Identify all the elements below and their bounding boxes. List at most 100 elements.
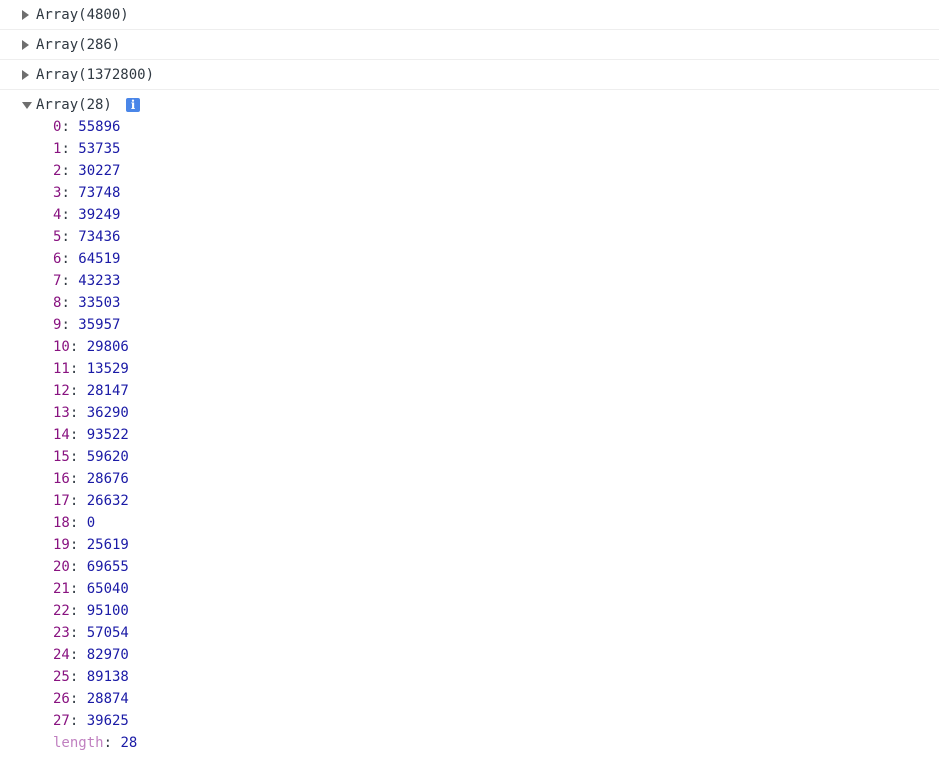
entry-key: 24 xyxy=(53,647,70,663)
entry-key: 18 xyxy=(53,515,70,531)
array-entries: 0: 55896 1: 53735 2: 30227 3: 73748 4: 39249… xyxy=(0,116,939,754)
array-entry[interactable]: 1: 53735 xyxy=(0,138,939,160)
entry-separator: : xyxy=(61,295,79,311)
array-summary[interactable]: Array(28) xyxy=(36,96,112,114)
array-entry[interactable]: 13: 36290 xyxy=(0,402,939,424)
array-entry[interactable]: 26: 28874 xyxy=(0,688,939,710)
entry-separator: : xyxy=(61,229,79,245)
array-entry[interactable]: 3: 73748 xyxy=(0,182,939,204)
entry-separator: : xyxy=(69,339,87,355)
array-entry[interactable]: 0: 55896 xyxy=(0,116,939,138)
array-summary[interactable]: Array(1372800) xyxy=(36,66,154,84)
array-entry[interactable]: 10: 29806 xyxy=(0,336,939,358)
array-entry[interactable]: 15: 59620 xyxy=(0,446,939,468)
entry-key: 10 xyxy=(53,339,70,355)
entry-separator: : xyxy=(69,581,87,597)
entry-value: 28147 xyxy=(86,383,129,399)
array-entry[interactable]: 6: 64519 xyxy=(0,248,939,270)
array-length-entry[interactable]: length: 28 xyxy=(0,732,939,754)
entry-value: 26632 xyxy=(86,493,129,509)
array-entry[interactable]: 2: 30227 xyxy=(0,160,939,182)
console-log-row[interactable]: Array(286) xyxy=(0,30,939,60)
entry-value: 57054 xyxy=(86,625,129,641)
array-summary[interactable]: Array(4800) xyxy=(36,6,129,24)
entry-value: 89138 xyxy=(86,669,129,685)
entry-value: 13529 xyxy=(86,361,129,377)
array-entry[interactable]: 27: 39625 xyxy=(0,710,939,732)
entry-key: 17 xyxy=(53,493,70,509)
entry-separator: : xyxy=(61,119,79,135)
entry-value: 36290 xyxy=(86,405,129,421)
entry-separator: : xyxy=(61,207,79,223)
array-entry[interactable]: 17: 26632 xyxy=(0,490,939,512)
expanded-array-header[interactable]: Array(28) i xyxy=(0,90,939,116)
console-log-row[interactable]: Array(1372800) xyxy=(0,60,939,90)
entry-key: 11 xyxy=(53,361,70,377)
entry-separator: : xyxy=(69,471,87,487)
entry-value: 43233 xyxy=(78,273,121,289)
entry-separator: : xyxy=(61,317,79,333)
entry-value: 69655 xyxy=(86,559,129,575)
array-entry[interactable]: 14: 93522 xyxy=(0,424,939,446)
entry-key: 14 xyxy=(53,427,70,443)
entry-value: 0 xyxy=(86,515,96,531)
entry-value: 28676 xyxy=(86,471,129,487)
array-entry[interactable]: 4: 39249 xyxy=(0,204,939,226)
array-summary[interactable]: Array(286) xyxy=(36,36,120,54)
array-entry[interactable]: 24: 82970 xyxy=(0,644,939,666)
entry-separator: : xyxy=(69,625,87,641)
entry-separator: : xyxy=(69,669,87,685)
entry-value: 29806 xyxy=(86,339,129,355)
array-entry[interactable]: 11: 13529 xyxy=(0,358,939,380)
triangle-right-icon[interactable] xyxy=(22,40,29,50)
devtools-console: Array(4800) Array(286) Array(1372800) Ar… xyxy=(0,0,939,758)
entry-value: 30227 xyxy=(78,163,121,179)
entry-value: 39625 xyxy=(86,713,129,729)
entry-separator: : xyxy=(61,251,79,267)
entry-separator: : xyxy=(69,713,87,729)
entry-value: 25619 xyxy=(86,537,129,553)
array-entry[interactable]: 18: 0 xyxy=(0,512,939,534)
entry-separator: : xyxy=(61,273,79,289)
entry-key: 15 xyxy=(53,449,70,465)
entry-value: 55896 xyxy=(78,119,121,135)
console-log-row[interactable]: Array(4800) xyxy=(0,0,939,30)
entry-value: 33503 xyxy=(78,295,121,311)
array-entry[interactable]: 23: 57054 xyxy=(0,622,939,644)
info-icon[interactable]: i xyxy=(126,98,140,112)
entry-key: 27 xyxy=(53,713,70,729)
triangle-right-icon[interactable] xyxy=(22,10,29,20)
array-entry[interactable]: 25: 89138 xyxy=(0,666,939,688)
array-entry[interactable]: 20: 69655 xyxy=(0,556,939,578)
array-entry[interactable]: 21: 65040 xyxy=(0,578,939,600)
entry-key: 12 xyxy=(53,383,70,399)
entry-separator: : xyxy=(103,735,121,751)
entry-key: 19 xyxy=(53,537,70,553)
entry-value: 28874 xyxy=(86,691,129,707)
entry-value: 82970 xyxy=(86,647,129,663)
entry-separator: : xyxy=(69,647,87,663)
triangle-right-icon[interactable] xyxy=(22,70,29,80)
array-entry[interactable]: 5: 73436 xyxy=(0,226,939,248)
expanded-array-log: Array(28) i 0: 55896 1: 53735 2: 30227 3: 7… xyxy=(0,90,939,754)
entry-separator: : xyxy=(69,427,87,443)
array-entry[interactable]: 9: 35957 xyxy=(0,314,939,336)
entry-key: 16 xyxy=(53,471,70,487)
triangle-down-icon[interactable] xyxy=(22,102,32,109)
entry-separator: : xyxy=(61,141,79,157)
entry-value: 64519 xyxy=(78,251,121,267)
array-entry[interactable]: 16: 28676 xyxy=(0,468,939,490)
array-entry[interactable]: 19: 25619 xyxy=(0,534,939,556)
array-entry[interactable]: 22: 95100 xyxy=(0,600,939,622)
entry-key: 13 xyxy=(53,405,70,421)
array-entry[interactable]: 8: 33503 xyxy=(0,292,939,314)
array-entry[interactable]: 7: 43233 xyxy=(0,270,939,292)
entry-separator: : xyxy=(69,559,87,575)
array-entry[interactable]: 12: 28147 xyxy=(0,380,939,402)
entry-separator: : xyxy=(61,163,79,179)
entry-separator: : xyxy=(61,185,79,201)
entry-separator: : xyxy=(69,361,87,377)
entry-value: 93522 xyxy=(86,427,129,443)
entry-value: 35957 xyxy=(78,317,121,333)
entry-key: 21 xyxy=(53,581,70,597)
